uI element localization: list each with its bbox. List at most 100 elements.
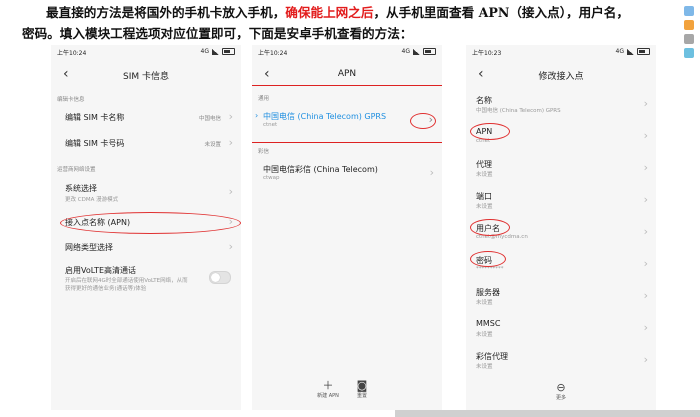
chevron-right-icon: › bbox=[643, 193, 648, 206]
signal-icon bbox=[413, 48, 420, 55]
chevron-right-icon: › bbox=[643, 257, 648, 270]
translate-icon[interactable] bbox=[684, 20, 694, 30]
field-value: 未设置 bbox=[476, 172, 493, 178]
assistant-icon[interactable] bbox=[684, 48, 694, 58]
row-sim-number[interactable]: 编辑 SIM 卡号码 未设置 › bbox=[51, 131, 241, 153]
status-bar: 上午10:24 4G bbox=[57, 48, 235, 58]
field-label: 彩信代理 bbox=[476, 352, 508, 361]
signal-icon bbox=[627, 48, 634, 55]
battery-icon bbox=[637, 48, 650, 55]
field-label: 端口 bbox=[476, 192, 492, 201]
intro-text-1: 最直接的方法是将国外的手机卡放入手机， bbox=[46, 5, 286, 20]
bottom-bar: ⊖ 更多 bbox=[466, 380, 656, 410]
chevron-right-icon: › bbox=[643, 225, 648, 238]
chevron-right-icon: › bbox=[643, 129, 648, 142]
reset-button[interactable]: ◙ 重置 bbox=[352, 379, 372, 400]
page-title: 修改接入点 bbox=[538, 72, 584, 82]
intro-text-2: ，从手机里面查看 APN（接入点），用户名， bbox=[373, 5, 629, 20]
signal-label: 4G bbox=[200, 48, 209, 55]
field-value: 未设置 bbox=[476, 332, 493, 338]
status-bar: 上午10:24 4G bbox=[258, 48, 436, 58]
screen-edit-apn: 上午10:23 4G ‹ 修改接入点 名称 中国电信 (China Teleco… bbox=[466, 45, 656, 410]
signal-label: 4G bbox=[615, 48, 624, 55]
screen-apn: 上午10:24 4G ‹ APN 通用 › 中国电信 (China Teleco… bbox=[252, 45, 442, 410]
field-server[interactable]: 服务器 未设置 › bbox=[466, 285, 656, 311]
title-bar: ‹ SIM 卡信息 bbox=[51, 63, 241, 89]
chevron-right-icon: › bbox=[643, 161, 648, 174]
field-label: 服务器 bbox=[476, 288, 500, 297]
apn-item-mms[interactable]: 中国电信彩信 (China Telecom) ctwap › bbox=[252, 159, 442, 189]
chevron-right-icon: › bbox=[228, 185, 233, 198]
taskbar-strip bbox=[395, 410, 700, 417]
row-value: 未设置 bbox=[204, 142, 221, 148]
field-mmsc[interactable]: MMSC 未设置 › bbox=[466, 317, 656, 343]
status-time: 上午10:23 bbox=[472, 50, 502, 57]
doc-icon[interactable] bbox=[684, 6, 694, 16]
field-value: 未设置 bbox=[476, 300, 493, 306]
field-value: 未设置 bbox=[476, 364, 493, 370]
new-apn-label: 新建 APN bbox=[317, 393, 339, 399]
chevron-right-icon: › bbox=[429, 166, 434, 179]
field-mms-proxy[interactable]: 彩信代理 未设置 › bbox=[466, 349, 656, 375]
annotation-oval bbox=[470, 219, 510, 236]
row-value: 中国电信 bbox=[198, 116, 221, 122]
chevron-right-icon: › bbox=[643, 97, 648, 110]
row-label: 系统选择 bbox=[65, 184, 97, 193]
row-sub: 获得更好的通信业务(通话等)体验 bbox=[65, 286, 147, 292]
row-sim-name[interactable]: 编辑 SIM 卡名称 中国电信 › bbox=[51, 105, 241, 127]
field-label: 名称 bbox=[476, 96, 492, 105]
plus-icon: ＋ bbox=[322, 379, 334, 392]
more-button[interactable]: ⊖ 更多 bbox=[551, 381, 571, 402]
more-icon: ⊖ bbox=[556, 381, 566, 394]
chevron-right-icon: › bbox=[643, 353, 648, 366]
row-sub: 更改 CDMA 漫游模式 bbox=[65, 197, 119, 203]
chevron-right-icon: › bbox=[228, 136, 233, 149]
status-time: 上午10:24 bbox=[258, 50, 288, 57]
apn-sub: ctwap bbox=[263, 175, 280, 181]
intro-text-3: 密码。填入模块工程选项对应位置即可，下面是安卓手机查看的方法： bbox=[22, 26, 413, 41]
signal-label: 4G bbox=[401, 48, 410, 55]
more-label: 更多 bbox=[555, 395, 566, 401]
group-label: 编辑卡信息 bbox=[57, 97, 85, 103]
annotation-oval bbox=[470, 251, 506, 267]
reset-icon: ◙ bbox=[356, 379, 368, 392]
row-volte: 启用VoLTE高清通话 开启后在联网4G时全部通话使用VoLTE网络，从而 获得… bbox=[51, 261, 241, 295]
row-sub: 开启后在联网4G时全部通话使用VoLTE网络，从而 bbox=[65, 278, 188, 284]
field-port[interactable]: 端口 未设置 › bbox=[466, 189, 656, 215]
row-system-select[interactable]: 系统选择 更改 CDMA 漫游模式 › bbox=[51, 177, 241, 207]
intro-highlight: 确保能上网之后 bbox=[285, 5, 374, 20]
page-title: APN bbox=[337, 69, 357, 79]
chevron-right-icon: › bbox=[228, 110, 233, 123]
intro-paragraph: 最直接的方法是将国外的手机卡放入手机，确保能上网之后，从手机里面查看 APN（接… bbox=[22, 2, 672, 44]
title-bar: ‹ 修改接入点 bbox=[466, 63, 656, 89]
chevron-right-icon: › bbox=[643, 289, 648, 302]
chevron-right-icon: › bbox=[643, 321, 648, 334]
field-name[interactable]: 名称 中国电信 (China Telecom) GPRS › bbox=[466, 93, 656, 119]
row-label: 编辑 SIM 卡名称 bbox=[65, 113, 125, 122]
selected-icon: › bbox=[255, 111, 259, 120]
screen-sim-info: 上午10:24 4G ‹ SIM 卡信息 编辑卡信息 编辑 SIM 卡名称 中国… bbox=[51, 45, 241, 410]
side-toolbar bbox=[684, 6, 696, 62]
group-label: 通用 bbox=[258, 96, 270, 102]
battery-icon bbox=[423, 48, 436, 55]
field-value: 未设置 bbox=[476, 204, 493, 210]
annotation-oval bbox=[470, 123, 510, 140]
field-value: 中国电信 (China Telecom) GPRS bbox=[476, 108, 561, 114]
field-label: MMSC bbox=[476, 319, 501, 328]
row-label: 编辑 SIM 卡号码 bbox=[65, 139, 125, 148]
status-bar: 上午10:23 4G bbox=[472, 48, 650, 58]
bottom-bar: ＋ 新建 APN ◙ 重置 bbox=[252, 380, 442, 410]
status-time: 上午10:24 bbox=[57, 50, 87, 57]
annotation-oval bbox=[410, 113, 436, 129]
row-network-type[interactable]: 网络类型选择 › bbox=[51, 237, 241, 257]
volte-toggle[interactable] bbox=[209, 271, 231, 284]
row-label: 网络类型选择 bbox=[65, 243, 113, 252]
tool-icon[interactable] bbox=[684, 34, 694, 44]
group-label: 运营商网络设置 bbox=[57, 167, 96, 173]
apn-name: 中国电信彩信 (China Telecom) bbox=[263, 165, 378, 174]
field-proxy[interactable]: 代理 未设置 › bbox=[466, 157, 656, 183]
new-apn-button[interactable]: ＋ 新建 APN bbox=[316, 379, 340, 400]
group-label: 彩信 bbox=[258, 149, 270, 155]
page-title: SIM 卡信息 bbox=[123, 72, 169, 82]
field-label: 代理 bbox=[476, 160, 492, 169]
